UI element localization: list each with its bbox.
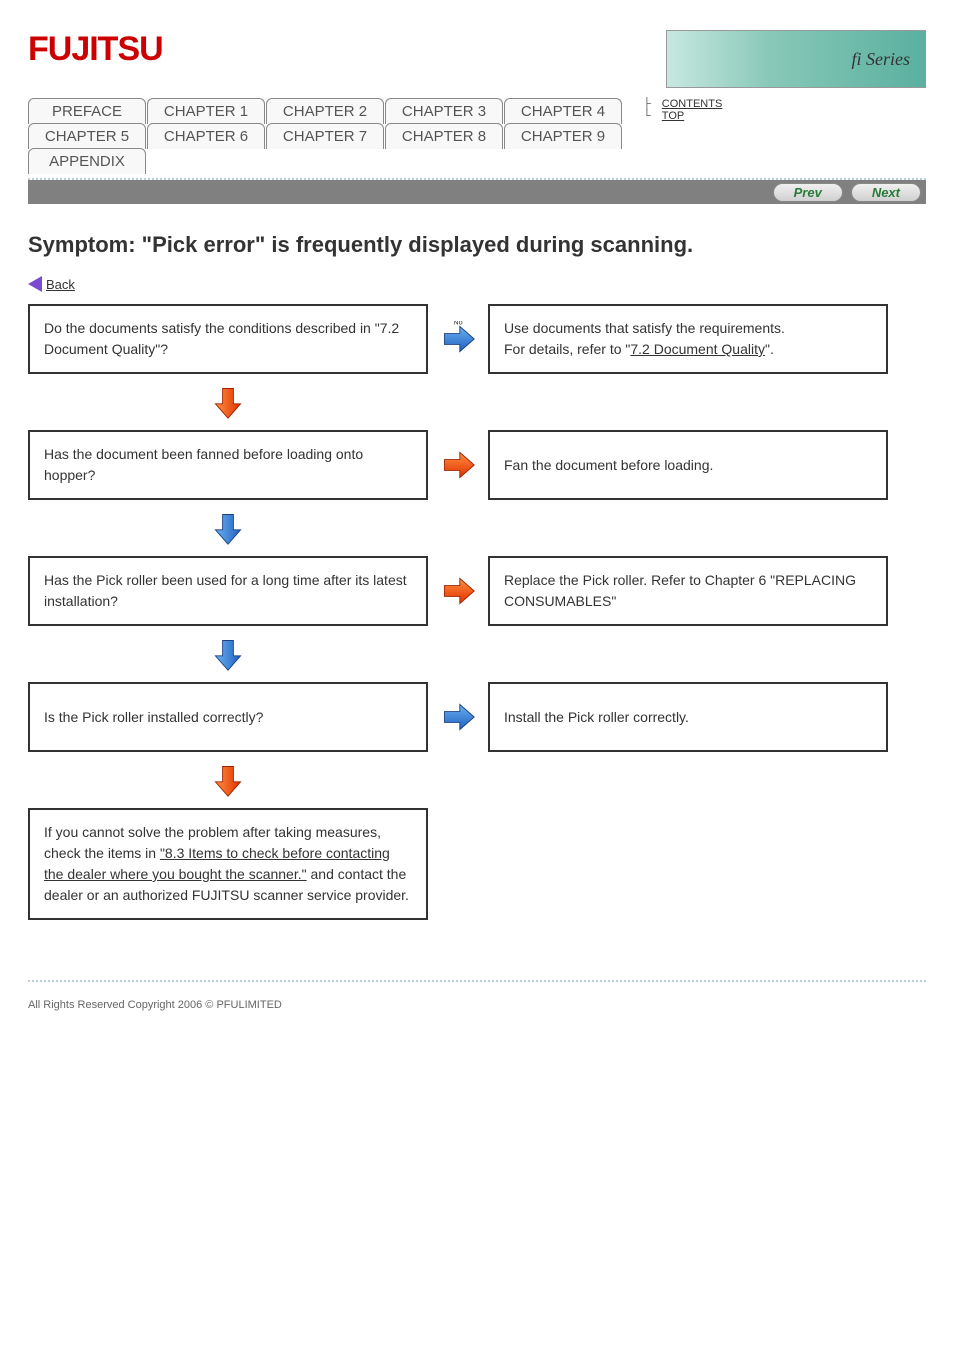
contents-link[interactable]: CONTENTS	[662, 98, 723, 110]
flow-a1-suffix: For details, refer to "	[504, 341, 630, 357]
flow-q4: Is the Pick roller installed correctly?	[44, 707, 412, 728]
flow-a1-link[interactable]: 7.2 Document Quality	[630, 341, 765, 357]
top-link[interactable]: TOP	[662, 110, 684, 122]
nav-bar: Prev Next	[28, 180, 926, 204]
tab-preface[interactable]: PREFACE	[28, 98, 146, 124]
svg-text:No: No	[453, 321, 462, 327]
page-title: Symptom: "Pick error" is frequently disp…	[28, 232, 926, 258]
tabs: PREFACE CHAPTER 1 CHAPTER 2 CHAPTER 3 CH…	[28, 98, 623, 173]
arrow-down-icon	[210, 510, 246, 546]
banner: fi Series	[666, 30, 926, 88]
arrow-right-icon	[440, 699, 476, 735]
footer: All Rights Reserved Copyright 2006 © PFU…	[0, 997, 954, 1044]
arrow-right-icon: No	[440, 321, 476, 357]
flow-q1-box: Do the documents satisfy the conditions …	[28, 304, 428, 374]
tab-chapter6[interactable]: CHAPTER 6	[147, 123, 265, 149]
flow-q1: Do the documents satisfy the conditions …	[44, 318, 412, 360]
arrow-right-icon	[440, 573, 476, 609]
arrow-right-icon	[440, 447, 476, 483]
tab-chapter9[interactable]: CHAPTER 9	[504, 123, 622, 149]
tab-chapter1[interactable]: CHAPTER 1	[147, 98, 265, 124]
flow-a4: Install the Pick roller correctly.	[504, 707, 872, 728]
tab-chapter5[interactable]: CHAPTER 5	[28, 123, 146, 149]
flow-q3: Has the Pick roller been used for a long…	[44, 570, 412, 612]
flow-q2: Has the document been fanned before load…	[44, 444, 412, 486]
flow-a3: Replace the Pick roller. Refer to Chapte…	[504, 570, 872, 612]
arrow-down-icon	[210, 636, 246, 672]
banner-text: fi Series	[852, 49, 911, 70]
tab-chapter2[interactable]: CHAPTER 2	[266, 98, 384, 124]
arrow-down-icon	[210, 384, 246, 420]
flow-a2: Fan the document before loading.	[504, 455, 872, 476]
flow-a1-prefix: Use documents that satisfy the requireme…	[504, 320, 785, 336]
logo: FUJITSU	[28, 30, 163, 69]
tab-appendix[interactable]: APPENDIX	[28, 148, 146, 174]
flow-a1-end: ".	[765, 341, 774, 357]
footer-divider	[28, 980, 926, 982]
tab-chapter3[interactable]: CHAPTER 3	[385, 98, 503, 124]
next-button[interactable]: Next	[851, 183, 921, 202]
tab-chapter8[interactable]: CHAPTER 8	[385, 123, 503, 149]
arrow-down-icon	[210, 762, 246, 798]
footer-copyright: All Rights Reserved Copyright 2006 © PFU…	[28, 997, 926, 1014]
back-arrow-icon	[28, 276, 42, 292]
prev-button[interactable]: Prev	[773, 183, 843, 202]
flow-q4-box: Is the Pick roller installed correctly?	[28, 682, 428, 752]
flow-a2-box: Fan the document before loading.	[488, 430, 888, 500]
flow-final-box: If you cannot solve the problem after ta…	[28, 808, 428, 920]
flow-a3-box: Replace the Pick roller. Refer to Chapte…	[488, 556, 888, 626]
flow-q2-box: Has the document been fanned before load…	[28, 430, 428, 500]
flow-a4-box: Install the Pick roller correctly.	[488, 682, 888, 752]
flowchart: Do the documents satisfy the conditions …	[28, 304, 926, 920]
tab-chapter7[interactable]: CHAPTER 7	[266, 123, 384, 149]
side-links: ├CONTENTS └TOP	[643, 98, 722, 122]
tab-chapter4[interactable]: CHAPTER 4	[504, 98, 622, 124]
logo-text: FUJITSU	[28, 30, 163, 69]
flow-a1-box: Use documents that satisfy the requireme…	[488, 304, 888, 374]
back-link[interactable]: Back	[46, 277, 75, 292]
flow-q3-box: Has the Pick roller been used for a long…	[28, 556, 428, 626]
